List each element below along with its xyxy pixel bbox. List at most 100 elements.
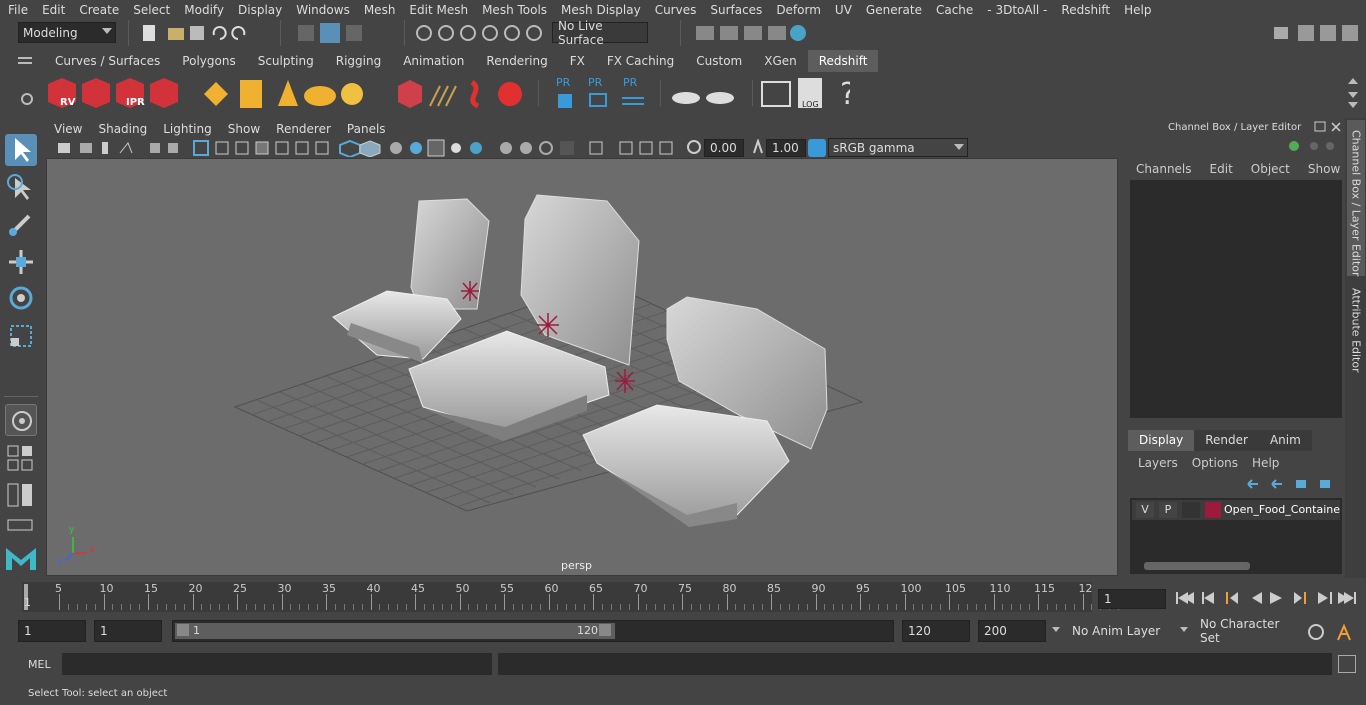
channels-menu[interactable]: Channels [1136, 162, 1192, 176]
exposure-icon[interactable] [686, 139, 702, 158]
proxy-icons[interactable] [394, 76, 534, 112]
range-right-grip[interactable] [599, 624, 611, 636]
menu-mesh[interactable]: Mesh [356, 3, 402, 17]
menu-mesh-display[interactable]: Mesh Display [553, 3, 647, 17]
options-menu[interactable]: Options [1192, 456, 1238, 470]
tab-display[interactable]: Display [1128, 430, 1195, 451]
menu-select[interactable]: Select [125, 3, 176, 17]
animation-start-field[interactable]: 1 [18, 620, 86, 642]
color-management-toggle[interactable] [808, 139, 826, 157]
perspective-viewport[interactable]: x y z persp [46, 158, 1118, 576]
side-tab-channel-box[interactable]: Channel Box / Layer Editor [1347, 120, 1365, 277]
menu-mesh-tools[interactable]: Mesh Tools [474, 3, 553, 17]
range-left-grip[interactable] [177, 624, 189, 636]
render-icons[interactable] [694, 23, 814, 43]
menu-file[interactable]: File [0, 3, 34, 17]
menu-help[interactable]: Help [1116, 3, 1157, 17]
animation-end-field[interactable]: 200 [978, 620, 1046, 642]
shelf-menu-icon[interactable] [18, 55, 32, 67]
tab-fx[interactable]: FX [559, 50, 596, 72]
channel-edit-menu[interactable]: Edit [1210, 162, 1233, 176]
cake-icons[interactable] [668, 76, 738, 112]
playback-end-field[interactable]: 120 [902, 620, 970, 642]
viewport-menu-renderer[interactable]: Renderer [268, 122, 339, 136]
mel-label[interactable]: MEL [28, 658, 51, 671]
show-manipulator-tool[interactable] [5, 404, 37, 436]
menu-modify[interactable]: Modify [176, 3, 230, 17]
layer-list-scrollbar[interactable] [1144, 562, 1250, 570]
viewport-menu-view[interactable]: View [46, 122, 90, 136]
menu-surfaces[interactable]: Surfaces [702, 3, 768, 17]
mel-command-input[interactable] [62, 653, 492, 675]
gamma-icon[interactable] [750, 137, 766, 158]
live-surface-field[interactable]: No Live Surface [552, 19, 648, 47]
menu-create[interactable]: Create [71, 3, 125, 17]
menu-edit[interactable]: Edit [34, 3, 71, 17]
tab-rendering[interactable]: Rendering [475, 50, 558, 72]
menu-redshift[interactable]: Redshift [1053, 3, 1116, 17]
snap-icons[interactable] [414, 23, 544, 43]
viewport-menu-lighting[interactable]: Lighting [155, 122, 220, 136]
rotate-tool[interactable] [5, 282, 37, 314]
layer-action-icons[interactable] [1244, 476, 1340, 492]
menu-edit-mesh[interactable]: Edit Mesh [401, 3, 474, 17]
menu-curves[interactable]: Curves [647, 3, 703, 17]
tab-render[interactable]: Render [1194, 430, 1259, 451]
chevron-down-icon[interactable] [1180, 627, 1188, 632]
layer-name[interactable]: Open_Food_Containe [1224, 503, 1340, 516]
tab-polygons[interactable]: Polygons [171, 50, 246, 72]
layer-help-menu[interactable]: Help [1252, 456, 1279, 470]
scale-tool[interactable] [5, 320, 37, 352]
move-tool[interactable] [5, 246, 37, 278]
layer-row[interactable]: V P Open_Food_Containe [1132, 500, 1340, 520]
viewport-menu-show[interactable]: Show [220, 122, 268, 136]
layer-color-swatch[interactable] [1205, 502, 1221, 518]
anim-layer-dropdown[interactable]: No Anim Layer [1068, 620, 1190, 642]
channel-list[interactable] [1130, 180, 1342, 418]
layer-playback-toggle[interactable]: P [1159, 502, 1177, 518]
shelf-settings-gear-icon[interactable] [20, 92, 34, 109]
tab-anim[interactable]: Anim [1258, 430, 1312, 451]
chevron-down-icon[interactable] [1052, 627, 1060, 632]
tab-rigging[interactable]: Rigging [325, 50, 392, 72]
light-icons[interactable] [200, 76, 376, 112]
selection-mode-icons[interactable] [296, 23, 366, 43]
layout-icons[interactable] [6, 444, 38, 534]
menu-windows[interactable]: Windows [288, 3, 356, 17]
playback-start-field[interactable]: 1 [94, 620, 162, 642]
range-slider-handle[interactable]: 1 120 [175, 623, 615, 639]
menu-uv[interactable]: UV [827, 3, 858, 17]
small-food-container[interactable] [332, 198, 490, 363]
side-tab-attribute-editor[interactable]: Attribute Editor [1347, 282, 1365, 382]
character-set-dropdown[interactable]: No Character Set [1196, 617, 1300, 645]
panel-float-close-icons[interactable] [1314, 121, 1344, 133]
preference-icons[interactable] [1306, 622, 1358, 642]
channel-box-option-icons[interactable] [1286, 138, 1336, 154]
tab-custom[interactable]: Custom [685, 50, 753, 72]
lasso-tool[interactable] [5, 172, 37, 204]
paint-select-tool[interactable] [5, 208, 37, 240]
tab-sculpting[interactable]: Sculpting [247, 50, 325, 72]
viewport-menu-shading[interactable]: Shading [90, 122, 155, 136]
playback-controls[interactable] [1174, 588, 1358, 608]
tab-curves-surfaces[interactable]: Curves / Surfaces [44, 50, 171, 72]
viewport-menu-panels[interactable]: Panels [339, 122, 394, 136]
tab-xgen[interactable]: XGen [753, 50, 808, 72]
tab-animation[interactable]: Animation [392, 50, 475, 72]
select-tool[interactable] [5, 134, 37, 166]
workspace-dropdown[interactable]: Modeling [18, 22, 116, 43]
time-slider[interactable]: 5 10 15 20 25 30 35 40 45 50 55 60 65 70 75 80 85 90 95 100… [0, 580, 1366, 616]
menu-cache[interactable]: Cache [928, 3, 979, 17]
menu-generate[interactable]: Generate [858, 3, 928, 17]
menu-display[interactable]: Display [230, 3, 288, 17]
color-space-dropdown[interactable]: sRGB gamma [828, 138, 968, 157]
channel-show-menu[interactable]: Show [1308, 162, 1340, 176]
tab-fx-caching[interactable]: FX Caching [596, 50, 685, 72]
tab-redshift[interactable]: Redshift [807, 50, 879, 72]
current-frame-field[interactable]: 1 [1098, 589, 1166, 609]
layers-menu[interactable]: Layers [1138, 456, 1178, 470]
channel-object-menu[interactable]: Object [1251, 162, 1290, 176]
viewport-toolbar-icons[interactable] [54, 139, 694, 157]
script-editor-icon[interactable] [1338, 655, 1356, 673]
panel-toggle-icons[interactable] [1272, 23, 1362, 43]
